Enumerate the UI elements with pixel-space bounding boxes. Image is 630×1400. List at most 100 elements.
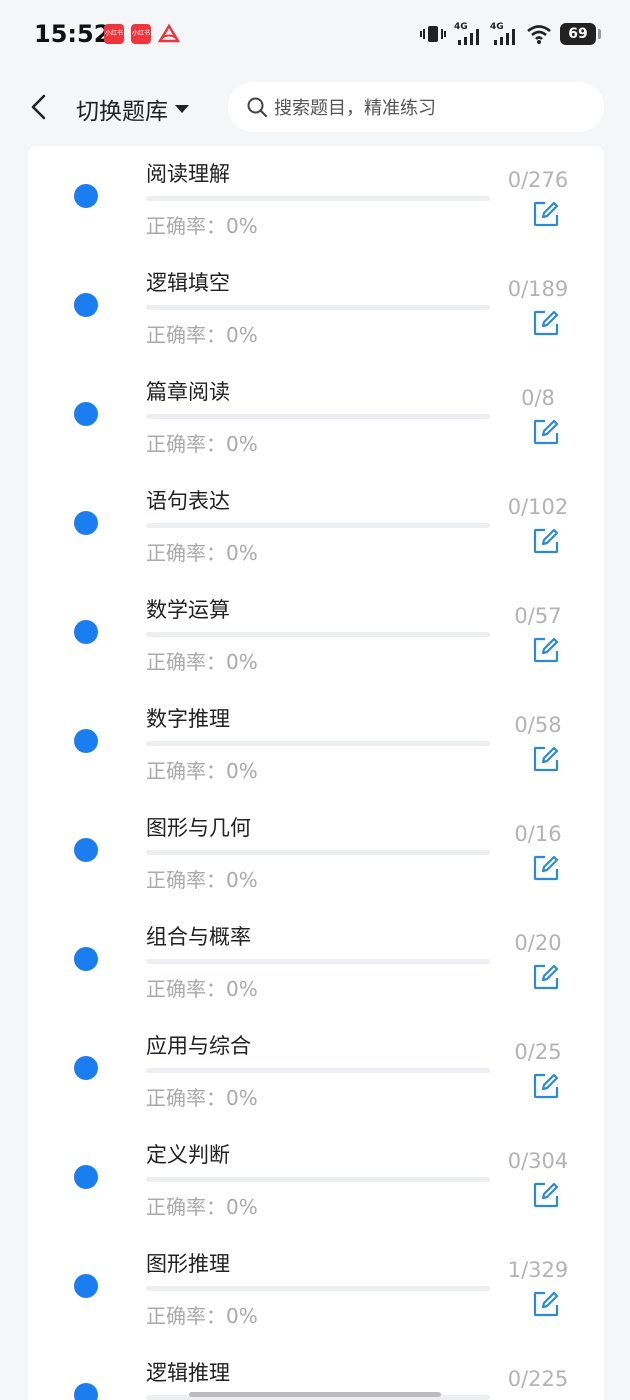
- accuracy-text: 正确率：0%: [146, 432, 258, 456]
- xiaohongshu-notification-icon: 小红书: [131, 24, 151, 44]
- list-item[interactable]: 图形与几何 正确率：0% 0/16: [28, 800, 604, 909]
- list-item[interactable]: 数字推理 正确率：0% 0/58: [28, 691, 604, 800]
- search-input[interactable]: 搜索题目，精准练习: [228, 82, 604, 132]
- accuracy-text: 正确率：0%: [146, 1086, 258, 1110]
- question-count: 0/189: [507, 277, 569, 301]
- list-item[interactable]: 语句表达 正确率：0% 0/102: [28, 473, 604, 582]
- status-dot: [74, 184, 98, 208]
- category-name: 图形与几何: [146, 816, 251, 840]
- status-dot: [74, 1165, 98, 1189]
- caret-down-icon: [175, 105, 189, 113]
- cellular-signal-icon: 4G: [490, 22, 518, 46]
- accuracy-text: 正确率：0%: [146, 650, 258, 674]
- status-time: 15:52: [34, 20, 111, 48]
- question-count: 0/58: [514, 713, 562, 737]
- question-count: 1/329: [507, 1258, 569, 1282]
- question-count: 0/57: [514, 604, 562, 628]
- status-dot: [74, 729, 98, 753]
- accuracy-text: 正确率：0%: [146, 759, 258, 783]
- question-count: 0/20: [514, 931, 562, 955]
- accuracy-text: 正确率：0%: [146, 323, 258, 347]
- edit-practice-icon[interactable]: [532, 745, 560, 773]
- list-item[interactable]: 组合与概率 正确率：0% 0/20: [28, 909, 604, 1018]
- question-category-list: 阅读理解 正确率：0% 0/276 逻辑填空 正确率：0% 0/189 篇章阅读…: [28, 146, 604, 1400]
- wifi-icon: [527, 25, 551, 44]
- progress-bar: [146, 1286, 490, 1291]
- accuracy-text: 正确率：0%: [146, 214, 258, 238]
- edit-practice-icon[interactable]: [532, 636, 560, 664]
- progress-bar: [146, 1068, 490, 1073]
- status-dot: [74, 1274, 98, 1298]
- battery-icon: 69: [560, 23, 601, 45]
- category-name: 数字推理: [146, 707, 230, 731]
- home-indicator[interactable]: [189, 1392, 441, 1397]
- edit-practice-icon[interactable]: [532, 963, 560, 991]
- search-placeholder: 搜索题目，精准练习: [274, 98, 436, 119]
- edit-practice-icon[interactable]: [532, 527, 560, 555]
- category-name: 篇章阅读: [146, 380, 230, 404]
- category-name: 逻辑推理: [146, 1361, 230, 1385]
- list-item[interactable]: 阅读理解 正确率：0% 0/276: [28, 146, 604, 255]
- switch-question-bank-dropdown[interactable]: 切换题库: [76, 92, 190, 126]
- search-icon: [247, 97, 268, 118]
- list-item[interactable]: 篇章阅读 正确率：0% 0/8: [28, 364, 604, 473]
- category-name: 逻辑填空: [146, 271, 230, 295]
- category-name: 阅读理解: [146, 162, 230, 186]
- edit-practice-icon[interactable]: [532, 418, 560, 446]
- status-dot: [74, 1383, 98, 1400]
- question-count: 0/102: [507, 495, 569, 519]
- list-item[interactable]: 应用与综合 正确率：0% 0/25: [28, 1018, 604, 1127]
- accuracy-text: 正确率：0%: [146, 868, 258, 892]
- status-dot: [74, 511, 98, 535]
- category-name: 图形推理: [146, 1252, 230, 1276]
- edit-practice-icon[interactable]: [532, 1072, 560, 1100]
- progress-bar: [146, 741, 490, 746]
- progress-bar: [146, 959, 490, 964]
- progress-bar: [146, 850, 490, 855]
- question-count: 0/304: [507, 1149, 569, 1173]
- app-notification-icon: [158, 24, 180, 43]
- status-dot: [74, 293, 98, 317]
- question-count: 0/25: [514, 1040, 562, 1064]
- accuracy-text: 正确率：0%: [146, 541, 258, 565]
- accuracy-text: 正确率：0%: [146, 977, 258, 1001]
- list-item[interactable]: 数学运算 正确率：0% 0/57: [28, 582, 604, 691]
- progress-bar: [146, 1177, 490, 1182]
- status-bar: 15:52 小红书 小红书 4G 4G 69: [0, 0, 630, 70]
- list-item[interactable]: 定义判断 正确率：0% 0/304: [28, 1127, 604, 1236]
- edit-practice-icon[interactable]: [532, 854, 560, 882]
- progress-bar: [146, 523, 490, 528]
- status-dot: [74, 1056, 98, 1080]
- progress-bar: [146, 305, 490, 310]
- edit-practice-icon[interactable]: [532, 200, 560, 228]
- edit-practice-icon[interactable]: [532, 1181, 560, 1209]
- header: 切换题库 搜索题目，精准练习: [0, 70, 630, 146]
- status-dot: [74, 947, 98, 971]
- edit-practice-icon[interactable]: [532, 309, 560, 337]
- page-title: 切换题库: [76, 99, 168, 125]
- progress-bar: [146, 414, 490, 419]
- cellular-signal-icon: 4G: [454, 22, 482, 46]
- back-arrow-icon[interactable]: [24, 90, 54, 124]
- category-name: 组合与概率: [146, 925, 251, 949]
- list-item[interactable]: 图形推理 正确率：0% 1/329: [28, 1236, 604, 1345]
- status-dot: [74, 838, 98, 862]
- edit-practice-icon[interactable]: [532, 1290, 560, 1318]
- status-icons: 4G 4G 69: [420, 20, 601, 48]
- list-item[interactable]: 逻辑填空 正确率：0% 0/189: [28, 255, 604, 364]
- vibrate-icon: [420, 26, 446, 42]
- accuracy-text: 正确率：0%: [146, 1304, 258, 1328]
- question-count: 0/16: [514, 822, 562, 846]
- category-name: 定义判断: [146, 1143, 230, 1167]
- question-count: 0/225: [507, 1367, 569, 1391]
- category-name: 数学运算: [146, 598, 230, 622]
- accuracy-text: 正确率：0%: [146, 1195, 258, 1219]
- category-name: 应用与综合: [146, 1034, 251, 1058]
- status-dot: [74, 402, 98, 426]
- xiaohongshu-notification-icon: 小红书: [104, 24, 124, 44]
- progress-bar: [146, 632, 490, 637]
- status-dot: [74, 620, 98, 644]
- question-count: 0/276: [507, 168, 569, 192]
- category-name: 语句表达: [146, 489, 230, 513]
- progress-bar: [146, 196, 490, 201]
